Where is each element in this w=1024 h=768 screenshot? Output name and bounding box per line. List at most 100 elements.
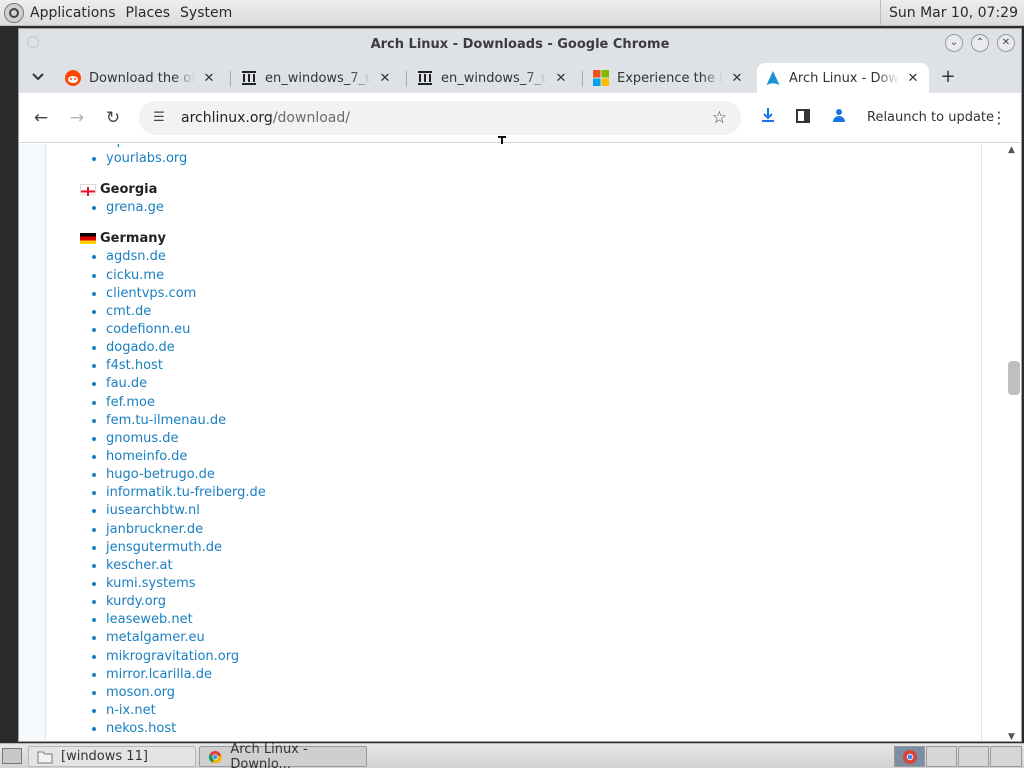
mirror-link[interactable]: cicku.me [106,268,164,283]
download-icon[interactable] [756,106,780,130]
bookmark-star-icon[interactable]: ☆ [712,108,727,128]
tab-search-chevron-icon[interactable] [27,66,49,88]
taskbar-item-label: [windows 11] [61,749,148,764]
scroll-up-arrow-icon[interactable]: ▲ [1008,145,1015,155]
download-page: wptheme.fr yourlabs.org Georgia grena.ge Ger… [45,144,981,741]
tab-close-icon[interactable]: ✕ [377,71,393,86]
reload-icon[interactable]: ↻ [101,106,125,130]
mirror-link[interactable]: jensgutermuth.de [106,540,222,555]
country-name: Georgia [100,181,158,197]
mirror-link[interactable]: fau.de [106,376,147,391]
mirror-link[interactable]: iusearchbtw.nl [106,503,200,518]
list-item: nekos.host [106,720,266,738]
mirror-link[interactable]: mikrogravitation.org [106,649,239,664]
list-item: kumi.systems [106,575,266,593]
list-item: jensgutermuth.de [106,539,266,557]
tab-archive-2[interactable]: en_windows_7_ultimate ✕ [409,63,577,93]
browser-toolbar: ← → ↻ ☰ archlinux.org/download/ ☆ Relaun… [19,93,1021,156]
tab-strip: Download the official ✕ en_windows_7_ult… [19,59,1021,93]
mirror-link[interactable]: grena.ge [106,200,164,215]
profile-avatar-icon[interactable] [827,106,851,130]
country-heading: Germany [80,229,166,247]
mirror-link[interactable]: cmt.de [106,304,151,319]
new-tab-plus-icon[interactable]: + [937,67,959,89]
panel-clock[interactable]: Sun Mar 10, 07:29 [879,0,1024,26]
list-item: kurdy.org [106,593,266,611]
taskbar-item-chrome[interactable]: Arch Linux - Downlo... [199,742,367,768]
mirror-link[interactable]: nekos.host [106,721,176,736]
tab-close-icon[interactable]: ✕ [553,71,569,86]
window-titlebar[interactable]: Arch Linux - Downloads - Google Chrome ⌄… [19,29,1021,59]
workspace-3[interactable] [958,746,989,767]
side-panel-icon[interactable] [791,106,815,130]
mirror-link[interactable]: yourlabs.org [106,151,187,166]
url-text[interactable]: archlinux.org/download/ [181,110,350,126]
mirror-link[interactable]: n-ix.net [106,703,156,718]
gnome-foot-icon[interactable] [4,2,24,23]
url-path: /download/ [272,110,350,126]
arch-linux-icon [766,71,780,85]
workspace-1[interactable] [894,746,925,767]
forward-arrow-icon[interactable]: → [65,106,89,130]
applications-menu[interactable]: Applications [30,5,116,21]
mirror-link[interactable]: moson.org [106,685,175,700]
georgia-flag [80,183,96,196]
mirror-link[interactable]: kumi.systems [106,576,196,591]
mirror-link[interactable]: hugo-betrugo.de [106,467,215,482]
mirror-link[interactable]: wptheme.fr [106,144,181,148]
list-item: gnomus.de [106,430,266,448]
mirror-link[interactable]: clientvps.com [106,286,196,301]
mirror-link[interactable]: homeinfo.de [106,449,187,464]
tab-reddit[interactable]: Download the official ✕ [57,63,225,93]
mirror-link[interactable]: fem.tu-ilmenau.de [106,413,226,428]
address-bar[interactable]: ☰ archlinux.org/download/ ☆ [139,101,741,135]
list-item: moson.org [106,684,266,702]
workspace-2[interactable] [926,746,957,767]
mirror-link[interactable]: dogado.de [106,340,175,355]
tab-label: Experience the Power [617,70,723,86]
scrollbar-thumb[interactable] [1008,361,1020,395]
system-menu[interactable]: System [180,5,232,21]
mirror-link[interactable]: metalgamer.eu [106,630,205,645]
relaunch-to-update-button[interactable]: Relaunch to update [867,106,994,130]
tab-close-icon[interactable]: ✕ [905,71,921,86]
window-menu-dot-icon[interactable] [27,36,39,48]
mirror-link[interactable]: agdsn.de [106,249,166,264]
url-host: archlinux.org [181,110,273,126]
workspace-4[interactable] [990,746,1022,767]
mirror-link[interactable]: f4st.host [106,358,163,373]
taskbar-item-windows-11[interactable]: [windows 11] [28,746,196,767]
mirror-link[interactable]: kurdy.org [106,594,166,609]
tab-close-icon[interactable]: ✕ [729,71,745,86]
mirror-link[interactable]: janbruckner.de [106,522,203,537]
mirror-link[interactable]: mirror.lcarilla.de [106,667,212,682]
back-arrow-icon[interactable]: ← [29,106,53,130]
page-scrollbar[interactable]: ▲ ▼ [981,144,1021,741]
taskbar-item-label: Arch Linux - Downlo... [230,741,308,768]
list-item: mikrogravitation.org [106,648,266,666]
maximize-button[interactable]: ⌃ [971,34,989,52]
show-desktop-icon[interactable] [2,748,22,764]
minimize-button[interactable]: ⌄ [945,34,963,52]
tab-close-icon[interactable]: ✕ [201,71,217,86]
mirror-link[interactable]: leaseweb.net [106,612,193,627]
tab-label: en_windows_7_ultimate [441,70,547,86]
mirror-link[interactable]: kescher.at [106,558,173,573]
list-item: homeinfo.de [106,448,266,466]
mirror-link[interactable]: fef.moe [106,395,155,410]
places-menu[interactable]: Places [126,5,171,21]
germany-flag [80,232,96,244]
chrome-icon [208,750,222,763]
tab-arch-linux-active[interactable]: Arch Linux - Downloads ✕ [757,63,929,93]
top-panel: Applications Places System Sun Mar 10, 0… [0,0,1024,26]
mirror-link[interactable]: gnomus.de [106,431,179,446]
mirror-link[interactable]: codefionn.eu [106,322,190,337]
chrome-menu-kebab-icon[interactable]: ⋮ [991,106,1007,130]
scroll-down-arrow-icon[interactable]: ▼ [1008,732,1015,741]
tab-archive-1[interactable]: en_windows_7_ultimate ✕ [233,63,401,93]
mirror-link[interactable]: informatik.tu-freiberg.de [106,485,266,500]
list-item: hugo-betrugo.de [106,466,266,484]
tab-microsoft[interactable]: Experience the Power ✕ [585,63,753,93]
close-window-button[interactable]: ✕ [997,34,1015,52]
site-info-tune-icon[interactable]: ☰ [149,110,169,126]
